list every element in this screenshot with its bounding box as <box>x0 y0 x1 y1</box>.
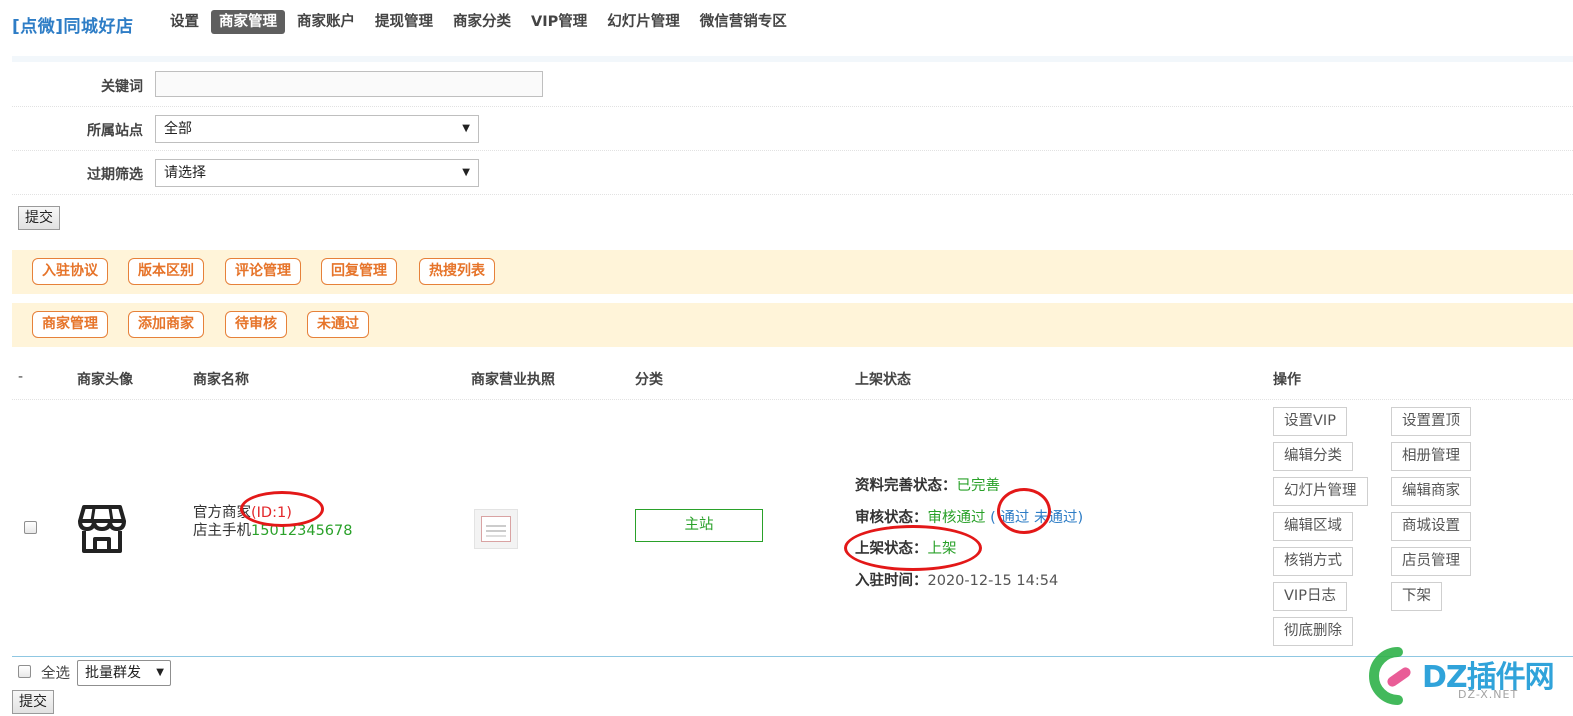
audit-open-paren: ( <box>990 509 996 526</box>
tab-pending[interactable]: 待审核 <box>225 311 287 338</box>
bulk-actions: 全选 批量群发 ▼ 提交 <box>12 658 812 716</box>
chevron-down-icon: ▼ <box>156 667 164 678</box>
watermark-sub: DZ-X.NET <box>1458 688 1519 701</box>
comment-manage-button[interactable]: 评论管理 <box>225 258 301 285</box>
nav-item-merchant-manage[interactable]: 商家管理 <box>211 10 285 34</box>
filter-row-keyword: 关键词 <box>12 63 1573 107</box>
select-all-checkbox[interactable] <box>18 665 31 678</box>
tab-rejected[interactable]: 未通过 <box>307 311 369 338</box>
unshelve-button[interactable]: 下架 <box>1391 582 1442 611</box>
expire-label: 过期筛选 <box>87 167 143 183</box>
agreement-button[interactable]: 入驻协议 <box>32 258 108 285</box>
set-top-button[interactable]: 设置置顶 <box>1391 407 1471 436</box>
col-category: 分类 <box>635 372 663 388</box>
nav-item-slides[interactable]: 幻灯片管理 <box>599 10 688 34</box>
store-icon <box>78 505 126 553</box>
select-all-label: 全选 <box>41 666 70 682</box>
site-label: 所属站点 <box>87 123 143 139</box>
delete-button[interactable]: 彻底删除 <box>1273 617 1353 646</box>
mall-settings-button[interactable]: 商城设置 <box>1391 512 1471 541</box>
divider <box>12 56 1573 62</box>
owner-phone: 15012345678 <box>251 523 353 539</box>
quick-links-bar: 入驻协议 版本区别 评论管理 回复管理 热搜列表 <box>12 250 1573 294</box>
shelf-status-label: 上架状态： <box>855 541 928 557</box>
nav-item-merchant-account[interactable]: 商家账户 <box>289 10 363 34</box>
chevron-down-icon: ▼ <box>462 167 470 178</box>
vip-log-button[interactable]: VIP日志 <box>1273 582 1347 611</box>
nav-menu: 设置 商家管理 商家账户 提现管理 商家分类 VIP管理 幻灯片管理 微信营销专… <box>162 10 795 34</box>
staff-manage-button[interactable]: 店员管理 <box>1391 547 1471 576</box>
filter-row-site: 所属站点 全部 ▼ <box>12 107 1573 151</box>
col-avatar: 商家头像 <box>77 372 133 388</box>
keyword-label: 关键词 <box>101 79 143 95</box>
shelf-status-value: 上架 <box>927 541 957 557</box>
slides-manage-button[interactable]: 幻灯片管理 <box>1273 477 1368 506</box>
info-status-label: 资料完善状态： <box>855 478 957 494</box>
album-manage-button[interactable]: 相册管理 <box>1391 442 1471 471</box>
license-thumbnail[interactable] <box>474 509 518 549</box>
chevron-down-icon: ▼ <box>462 123 470 134</box>
col-actions: 操作 <box>1273 372 1301 388</box>
audit-status-label: 审核状态： <box>855 509 928 526</box>
table-row: 官方商家(ID:1) 店主手机15012345678 主站 资料完善状态：已完善… <box>12 401 1573 657</box>
hot-search-button[interactable]: 热搜列表 <box>419 258 495 285</box>
batch-select[interactable]: 批量群发 ▼ <box>77 660 171 686</box>
edit-category-button[interactable]: 编辑分类 <box>1273 442 1353 471</box>
join-time-label: 入驻时间： <box>855 572 928 589</box>
reply-manage-button[interactable]: 回复管理 <box>321 258 397 285</box>
join-time-value: 2020-12-15 14:54 <box>927 572 1059 589</box>
audit-status-value: 审核通过 <box>927 509 986 526</box>
site-select[interactable]: 全部 ▼ <box>155 115 479 143</box>
brand-logo[interactable]: [点微]同城好店 <box>12 12 134 37</box>
site-select-value: 全部 <box>164 121 192 137</box>
verify-method-button[interactable]: 核销方式 <box>1273 547 1353 576</box>
info-status-value: 已完善 <box>956 478 1001 494</box>
nav-item-wechat[interactable]: 微信营销专区 <box>692 10 795 34</box>
watermark: DZ插件网 DZ-X.NET <box>1368 644 1564 708</box>
audit-reject-link[interactable]: 未通过 <box>1034 510 1078 526</box>
merchant-tabs-bar: 商家管理 添加商家 待审核 未通过 <box>12 303 1573 347</box>
filter-submit-button[interactable]: 提交 <box>18 206 60 230</box>
version-diff-button[interactable]: 版本区别 <box>128 258 204 285</box>
col-shelf-status: 上架状态 <box>855 372 911 388</box>
audit-close-paren: ) <box>1077 509 1084 526</box>
tab-merchant-manage[interactable]: 商家管理 <box>32 311 108 338</box>
phone-label: 店主手机 <box>193 523 251 539</box>
bulk-submit-button[interactable]: 提交 <box>12 690 54 714</box>
row-checkbox[interactable] <box>24 521 37 534</box>
col-dash: - <box>18 369 24 385</box>
expire-select-value: 请选择 <box>164 165 206 181</box>
nav-item-vip[interactable]: VIP管理 <box>523 10 595 34</box>
merchant-id: (ID:1) <box>251 505 292 521</box>
filter-row-expire: 过期筛选 请选择 ▼ <box>12 151 1573 195</box>
nav-item-settings[interactable]: 设置 <box>162 10 207 34</box>
expire-select[interactable]: 请选择 ▼ <box>155 159 479 187</box>
status-block: 资料完善状态：已完善 审核状态：审核通过 ( 通过 未通过) 上架状态：上架 入… <box>855 471 1083 597</box>
tab-add-merchant[interactable]: 添加商家 <box>128 311 204 338</box>
merchant-name: 官方商家 <box>193 505 251 521</box>
nav-item-withdraw[interactable]: 提现管理 <box>367 10 441 34</box>
category-button[interactable]: 主站 <box>635 509 763 542</box>
col-name: 商家名称 <box>193 372 249 388</box>
col-license: 商家营业执照 <box>471 372 555 388</box>
edit-merchant-button[interactable]: 编辑商家 <box>1391 477 1471 506</box>
audit-pass-link[interactable]: 通过 <box>1000 510 1029 526</box>
nav-item-merchant-category[interactable]: 商家分类 <box>445 10 519 34</box>
keyword-input[interactable] <box>155 71 543 97</box>
set-vip-button[interactable]: 设置VIP <box>1273 407 1347 436</box>
table-header: - 商家头像 商家名称 商家营业执照 分类 上架状态 操作 <box>12 356 1573 400</box>
edit-region-button[interactable]: 编辑区域 <box>1273 512 1353 541</box>
watermark-logo-icon <box>1369 647 1411 705</box>
batch-select-value: 批量群发 <box>85 665 141 681</box>
merchant-name-cell: 官方商家(ID:1) 店主手机15012345678 <box>193 504 352 540</box>
top-nav: [点微]同城好店 设置 商家管理 商家账户 提现管理 商家分类 VIP管理 幻灯… <box>0 0 1573 46</box>
